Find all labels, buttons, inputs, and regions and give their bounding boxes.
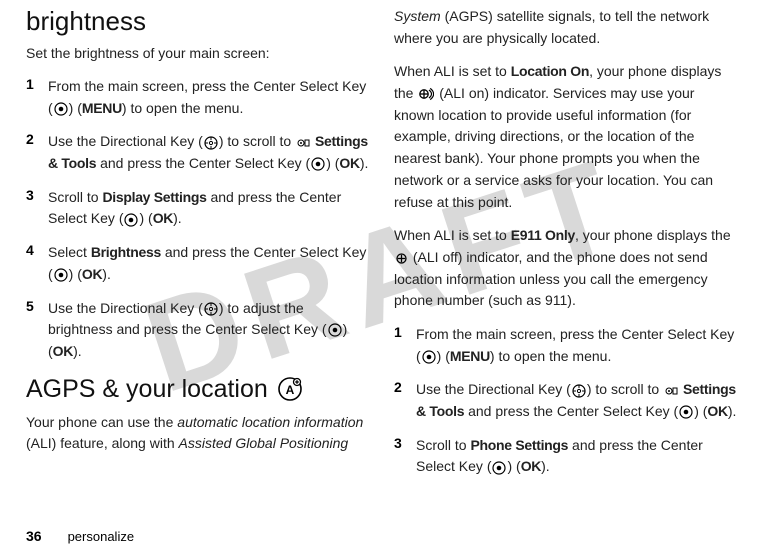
step-body: Use the Directional Key () to adjust the…: [48, 298, 370, 363]
heading-text: AGPS & your location: [26, 375, 268, 404]
center-select-key-icon: [492, 461, 506, 475]
step-body: Scroll to Phone Settings and press the C…: [416, 435, 738, 478]
center-select-key-icon: [54, 268, 68, 282]
step-body: Use the Directional Key () to scroll to …: [416, 379, 738, 422]
text: ).: [728, 403, 737, 419]
text: Scroll to: [416, 437, 470, 453]
display-settings-label: Display Settings: [102, 189, 206, 205]
text: , your phone displays the: [575, 227, 731, 243]
agps-heading-icon: A: [277, 376, 303, 402]
left-column: brightness Set the brightness of your ma…: [14, 0, 382, 550]
ali-on-icon: [418, 87, 434, 101]
directional-key-icon: [572, 384, 586, 398]
text: ).: [173, 210, 182, 226]
text-italic: Assisted Global Positioning: [179, 435, 349, 451]
step-number: 1: [26, 76, 48, 119]
center-select-key-icon: [328, 323, 342, 337]
text: (AGPS) satellite signals, to tell the ne…: [394, 8, 709, 46]
e911-only-label: E911 Only: [511, 227, 575, 243]
text: Use the Directional Key (: [48, 300, 203, 316]
center-select-key-icon: [679, 405, 693, 419]
text: ) to scroll to: [587, 381, 663, 397]
text: and press the Center Select Key (: [96, 155, 310, 171]
ali-off-icon: [395, 252, 408, 265]
text: ) (: [437, 348, 450, 364]
list-item: 1 From the main screen, press the Center…: [26, 76, 370, 119]
directional-key-icon: [204, 136, 218, 150]
center-select-key-icon: [311, 157, 325, 171]
text: (ALI on) indicator. Services may use you…: [394, 85, 713, 209]
agps-continuation-paragraph: System (AGPS) satellite signals, to tell…: [394, 6, 738, 49]
ali-off-paragraph: When ALI is set to E911 Only, your phone…: [394, 225, 738, 312]
text: (ALI) feature, along with: [26, 435, 179, 451]
ok-label: OK: [521, 458, 541, 474]
text: Use the Directional Key (: [416, 381, 571, 397]
phone-settings-label: Phone Settings: [470, 437, 568, 453]
text: ).: [360, 155, 369, 171]
text: ) to open the menu.: [490, 348, 611, 364]
step-number: 2: [26, 131, 48, 174]
location-on-label: Location On: [511, 63, 589, 79]
text: When ALI is set to: [394, 227, 511, 243]
text-italic: automatic location information: [177, 414, 363, 430]
menu-label: MENU: [82, 100, 122, 116]
text: Your phone can use the: [26, 414, 177, 430]
list-item: 3 Scroll to Display Settings and press t…: [26, 187, 370, 230]
center-select-key-icon: [422, 350, 436, 364]
settings-tools-icon: [664, 385, 678, 397]
list-item: 2 Use the Directional Key ( ) to scroll t…: [26, 131, 370, 174]
text-italic: System: [394, 8, 441, 24]
text: Use the Directional Key (: [48, 133, 203, 149]
list-item: 2 Use the Directional Key ( ) to scroll t…: [394, 379, 738, 422]
step-body: Use the Directional Key () to scroll to …: [48, 131, 370, 174]
ok-label: OK: [82, 266, 102, 282]
list-item: 5 Use the Directional Key () to adjust t…: [26, 298, 370, 363]
step-body: From the main screen, press the Center S…: [416, 324, 738, 367]
text: ) (: [69, 100, 82, 116]
settings-tools-icon: [296, 137, 310, 149]
text: and press the Center Select Key (: [464, 403, 678, 419]
text: ).: [73, 343, 82, 359]
text: ).: [541, 458, 550, 474]
step-number: 5: [26, 298, 48, 363]
text: Select: [48, 244, 91, 260]
step-body: Scroll to Display Settings and press the…: [48, 187, 370, 230]
brightness-label: Brightness: [91, 244, 161, 260]
list-item: 4 Select Brightness and press the Center…: [26, 242, 370, 285]
directional-key-icon: [204, 302, 218, 316]
text: When ALI is set to: [394, 63, 511, 79]
list-item: 3 Scroll to Phone Settings and press the…: [394, 435, 738, 478]
right-column: System (AGPS) satellite signals, to tell…: [382, 0, 750, 550]
center-select-key-icon: [124, 213, 138, 227]
svg-text:A: A: [285, 383, 294, 397]
brightness-subhead: Set the brightness of your main screen:: [26, 43, 370, 64]
step-number: 1: [394, 324, 416, 367]
list-item: 1 From the main screen, press the Center…: [394, 324, 738, 367]
agps-intro-paragraph: Your phone can use the automatic locatio…: [26, 412, 370, 455]
text: ) to open the menu.: [122, 100, 243, 116]
step-number: 3: [26, 187, 48, 230]
ok-label: OK: [339, 155, 359, 171]
menu-label: MENU: [450, 348, 490, 364]
step-number: 3: [394, 435, 416, 478]
heading-agps: AGPS & your location A: [26, 375, 370, 404]
ok-label: OK: [707, 403, 727, 419]
step-number: 2: [394, 379, 416, 422]
ali-on-paragraph: When ALI is set to Location On, your pho…: [394, 61, 738, 213]
text: Scroll to: [48, 189, 102, 205]
text: ).: [102, 266, 111, 282]
text: ) to scroll to: [219, 133, 295, 149]
step-body: Select Brightness and press the Center S…: [48, 242, 370, 285]
step-number: 4: [26, 242, 48, 285]
heading-brightness: brightness: [26, 6, 370, 37]
page-content: brightness Set the brightness of your ma…: [0, 0, 768, 550]
step-body: From the main screen, press the Center S…: [48, 76, 370, 119]
text: (ALI off) indicator, and the phone does …: [394, 249, 708, 308]
ok-label: OK: [153, 210, 173, 226]
center-select-key-icon: [54, 102, 68, 116]
ok-label: OK: [53, 343, 73, 359]
